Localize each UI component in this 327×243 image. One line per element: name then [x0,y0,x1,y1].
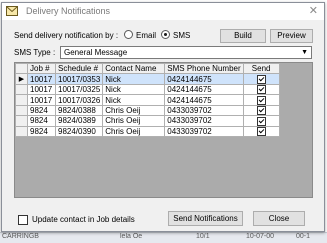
send-checkbox[interactable] [256,116,266,126]
update-contact-checkbox[interactable] [18,215,28,225]
table-row[interactable]: 9824 9824/0389 Chris Oeij 0433039702 [15,115,280,127]
column-header-job[interactable]: Job # [27,63,56,74]
close-button[interactable]: Close [253,211,305,226]
table-row[interactable]: 10017 10017/0326 Nick 0424144675 [15,94,280,106]
cell-job[interactable]: 10017 [27,94,56,106]
row-selector[interactable]: ▶ [15,73,28,85]
row-selector[interactable] [15,125,28,137]
background-text: 10-07-00 [246,233,275,240]
cell-phone[interactable]: 0424144675 [164,73,244,85]
cell-send [242,104,280,117]
send-checkbox[interactable] [256,106,266,115]
row-header-corner [15,63,28,74]
cell-job[interactable]: 10017 [27,83,56,96]
grid-body: ▶ 10017 10017/0353 Nick 0424144675 10017 10017… [15,73,280,137]
update-contact-label: Update contact in Job details [32,215,135,224]
row-selector[interactable] [15,83,28,96]
sms-radio-label: SMS [173,31,191,40]
notifications-grid: Job # Schedule # Contact Name SMS Phone … [14,62,313,198]
cell-phone[interactable]: 0433039702 [164,125,244,137]
cell-schedule[interactable]: 9824/0389 [54,115,104,127]
chevron-down-icon: ▼ [301,49,308,56]
row-selector[interactable] [15,115,28,127]
cell-phone[interactable]: 0424144675 [164,83,244,96]
column-header-schedule[interactable]: Schedule # [54,63,104,74]
cell-job[interactable]: 9824 [27,115,56,127]
sms-type-select[interactable]: General Message ▼ [60,46,312,59]
column-header-contact[interactable]: Contact Name [102,63,166,74]
background-text: lela Oe [120,233,143,240]
send-checkbox[interactable] [256,127,266,136]
cell-contact[interactable]: Nick [102,83,166,96]
cell-phone[interactable]: 0424144675 [164,94,244,106]
envelope-icon [6,6,18,16]
row-selector[interactable] [15,104,28,117]
cell-send [242,83,280,96]
table-row[interactable]: ▶ 10017 10017/0353 Nick 0424144675 [15,73,280,85]
notifications-table: Job # Schedule # Contact Name SMS Phone … [15,63,280,137]
title-bar: Delivery Notifications ✕ [2,3,324,20]
table-row[interactable]: 9824 9824/0390 Chris Oeij 0433039702 [15,125,280,137]
column-header-phone[interactable]: SMS Phone Number [164,63,244,74]
build-button[interactable]: Build [220,29,266,43]
current-row-arrow-icon: ▶ [18,76,25,83]
table-row[interactable]: 10017 10017/0325 Nick 0424144675 [15,83,280,96]
background-text: 10/1 [196,233,210,240]
cell-send [242,73,280,85]
cell-job[interactable]: 9824 [27,104,56,117]
cell-schedule[interactable]: 10017/0326 [54,94,104,106]
email-radio-label: Email [136,31,157,40]
delivery-notifications-dialog: Delivery Notifications ✕ Send delivery n… [1,2,325,232]
cell-send [242,115,280,127]
send-checkbox[interactable] [256,95,266,105]
sms-type-label: SMS Type : [14,48,56,57]
send-by-label: Send delivery notification by : [14,31,119,40]
header-row: Job # Schedule # Contact Name SMS Phone … [15,63,280,74]
send-checkbox[interactable] [256,85,266,94]
sms-radio[interactable] [161,30,170,39]
email-radio[interactable] [124,30,133,39]
send-checkbox[interactable] [256,74,266,84]
cell-send [242,94,280,106]
row-selector[interactable] [15,94,28,106]
cell-phone[interactable]: 0433039702 [164,104,244,117]
background-text: 00-1 [296,233,311,240]
table-row[interactable]: 9824 9824/0388 Chris Oeij 0433039702 [15,104,280,117]
cell-schedule[interactable]: 9824/0388 [54,104,104,117]
sms-type-value: General Message [64,48,128,57]
cell-contact[interactable]: Chris Oeij [102,115,166,127]
cell-schedule[interactable]: 10017/0353 [54,73,104,85]
preview-button[interactable]: Preview [270,29,313,43]
cell-job[interactable]: 10017 [27,73,56,85]
cell-contact[interactable]: Nick [102,94,166,106]
cell-job[interactable]: 9824 [27,125,56,137]
cell-send [242,125,280,137]
cell-phone[interactable]: 0433039702 [164,115,244,127]
background-window-strip: CARRINGB lela Oe 10/1 10-07-00 00-1 [0,232,327,243]
cell-contact[interactable]: Chris Oeij [102,125,166,137]
window-title: Delivery Notifications [26,6,111,16]
send-notifications-button[interactable]: Send Notifications [168,211,243,226]
column-header-send[interactable]: Send [242,63,280,74]
cell-contact[interactable]: Chris Oeij [102,104,166,117]
background-text: CARRINGB [2,233,39,240]
cell-schedule[interactable]: 9824/0390 [54,125,104,137]
cell-schedule[interactable]: 10017/0325 [54,83,104,96]
cell-contact[interactable]: Nick [102,73,166,85]
close-icon[interactable]: ✕ [309,4,318,17]
